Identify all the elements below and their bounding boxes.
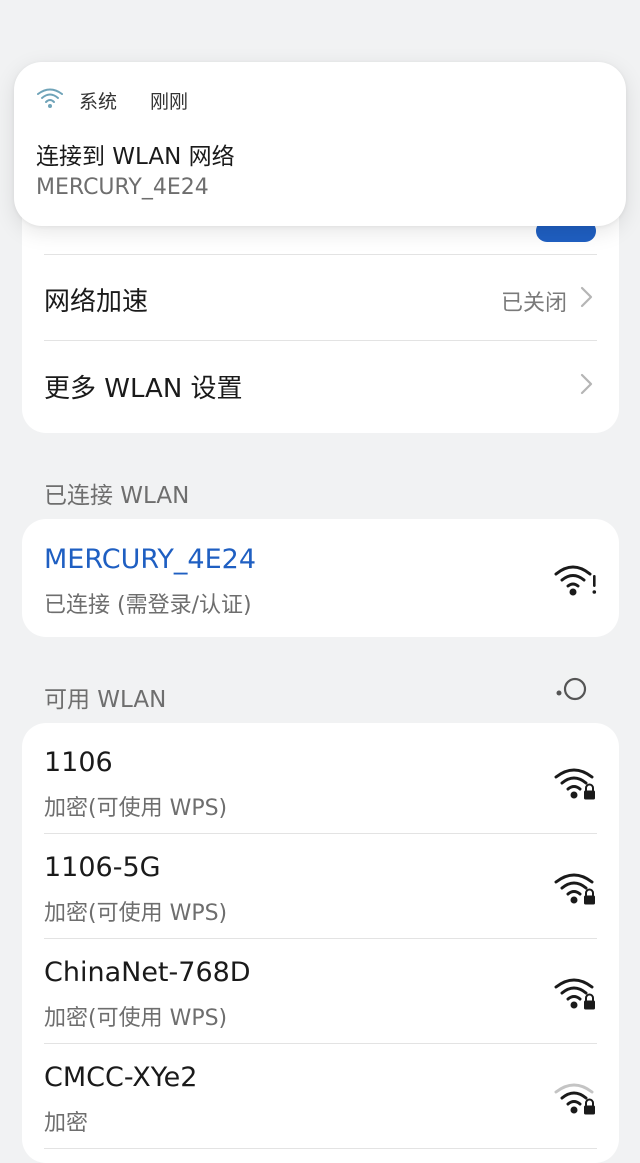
divider: [44, 1148, 597, 1149]
notification-title: 连接到 WLAN 网络: [36, 144, 235, 170]
network-security: 加密(可使用 WPS): [44, 901, 228, 926]
network-security: 加密(可使用 WPS): [44, 1006, 228, 1031]
network-acceleration-value: 已关闭: [500, 291, 567, 316]
network-security: 加密: [44, 1111, 89, 1136]
wifi-question-icon: [37, 88, 63, 108]
network-security: 加密(可使用 WPS): [44, 796, 228, 821]
network-list-item[interactable]: 1106 加密(可使用 WPS): [22, 723, 619, 833]
network-name: ChinaNet-768D: [44, 957, 251, 988]
available-wlan-section-title: 可用 WLAN: [44, 687, 167, 713]
notification-app-name: 系统: [79, 91, 118, 113]
chevron-right-icon: [580, 373, 593, 395]
connected-network-name: MERCURY_4E24: [44, 544, 257, 575]
network-name: 1106: [44, 747, 113, 778]
available-networks-card: 1106 加密(可使用 WPS) 1106-5G 加密(可使用 WPS) Chi…: [22, 723, 619, 1163]
wifi-warning-icon: [554, 565, 597, 596]
wifi-locked-icon: [554, 768, 595, 800]
more-wlan-settings-item[interactable]: 更多 WLAN 设置: [22, 341, 619, 431]
wifi-locked-icon: [554, 873, 595, 905]
network-acceleration-item[interactable]: 网络加速 已关闭: [22, 255, 619, 340]
network-list-item[interactable]: 1106-5G 加密(可使用 WPS): [22, 834, 619, 938]
network-name: 1106-5G: [44, 852, 161, 883]
chevron-right-icon: [580, 286, 593, 308]
connected-network-card[interactable]: MERCURY_4E24 已连接 (需登录/认证): [22, 519, 619, 637]
network-name: CMCC-XYe2: [44, 1062, 198, 1093]
network-acceleration-label: 网络加速: [44, 287, 149, 317]
wifi-locked-icon: [554, 978, 595, 1010]
notification-banner[interactable]: 系统 刚刚 连接到 WLAN 网络 MERCURY_4E24: [14, 62, 626, 226]
connected-wlan-section-title: 已连接 WLAN: [44, 483, 190, 509]
notification-time: 刚刚: [150, 91, 189, 113]
more-wlan-settings-label: 更多 WLAN 设置: [44, 374, 243, 404]
scanning-icon[interactable]: [553, 675, 591, 703]
wifi-locked-weak-icon: [554, 1083, 595, 1115]
connected-network-status: 已连接 (需登录/认证): [44, 593, 252, 618]
notification-body: MERCURY_4E24: [36, 175, 209, 200]
network-list-item[interactable]: CMCC-XYe2 加密: [22, 1044, 619, 1148]
network-list-item[interactable]: ChinaNet-768D 加密(可使用 WPS): [22, 939, 619, 1043]
